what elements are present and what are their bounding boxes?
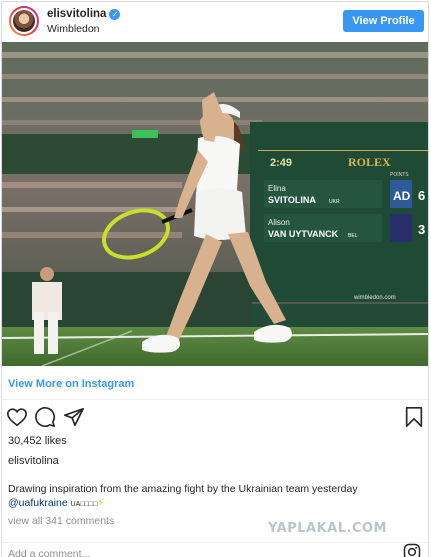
scoreboard-points-label: POINTS xyxy=(390,172,409,178)
player1-country: UKR xyxy=(329,199,340,205)
heart-icon[interactable] xyxy=(6,406,28,428)
comment-icon[interactable] xyxy=(34,406,56,428)
share-icon[interactable] xyxy=(63,406,85,428)
add-comment-link[interactable]: Add a comment... xyxy=(8,548,90,557)
caption-body: Drawing inspiration from the amazing fig… xyxy=(8,483,358,495)
divider xyxy=(2,542,428,543)
view-more-on-instagram-link[interactable]: View More on Instagram xyxy=(8,378,134,390)
like-count[interactable]: 30,452 likes xyxy=(8,435,67,447)
player2-first-name: Alison xyxy=(268,218,290,227)
caption-flags: UA□□□□ xyxy=(70,501,98,508)
avatar[interactable] xyxy=(9,6,39,36)
scoreboard-site: wimbledon.com xyxy=(353,295,396,301)
instagram-icon[interactable] xyxy=(403,543,421,557)
lightning-emoji: ⚡ xyxy=(97,497,105,509)
view-all-comments-link[interactable]: view all 341 comments xyxy=(8,515,114,527)
site-watermark: YAPLAKAL.COM xyxy=(268,521,387,536)
post-header: elisvitolina ✓ Wimbledon View Profile xyxy=(2,2,428,42)
username-link[interactable]: elisvitolina ✓ xyxy=(47,8,121,20)
location-link[interactable]: Wimbledon xyxy=(47,23,100,35)
view-profile-button[interactable]: View Profile xyxy=(343,10,424,32)
post-photo[interactable]: 2:49 ROLEX POINTS Elina SVITOLINA UKR AD… xyxy=(2,42,428,366)
player2-games: 3 xyxy=(418,222,425,237)
mention-link[interactable]: @uafukraine xyxy=(8,497,68,509)
caption-username-link[interactable]: elisvitolina xyxy=(8,455,59,467)
bookmark-icon[interactable] xyxy=(403,406,425,428)
player1-first-name: Elina xyxy=(268,184,286,193)
scoreboard-brand: ROLEX xyxy=(348,155,391,169)
player1-points: AD xyxy=(393,189,411,203)
player2-last-name: VAN UYTVANCK xyxy=(268,229,339,239)
action-bar xyxy=(2,406,428,430)
player1-games: 6 xyxy=(418,188,425,203)
instagram-embed-card: elisvitolina ✓ Wimbledon View Profile 2:… xyxy=(1,1,429,557)
player2-country: BEL xyxy=(348,233,358,239)
divider xyxy=(2,399,428,400)
scoreboard-time: 2:49 xyxy=(270,157,292,169)
player1-last-name: SVITOLINA xyxy=(268,195,316,205)
verified-badge-icon: ✓ xyxy=(109,9,121,20)
caption-text: Drawing inspiration from the amazing fig… xyxy=(8,482,418,512)
